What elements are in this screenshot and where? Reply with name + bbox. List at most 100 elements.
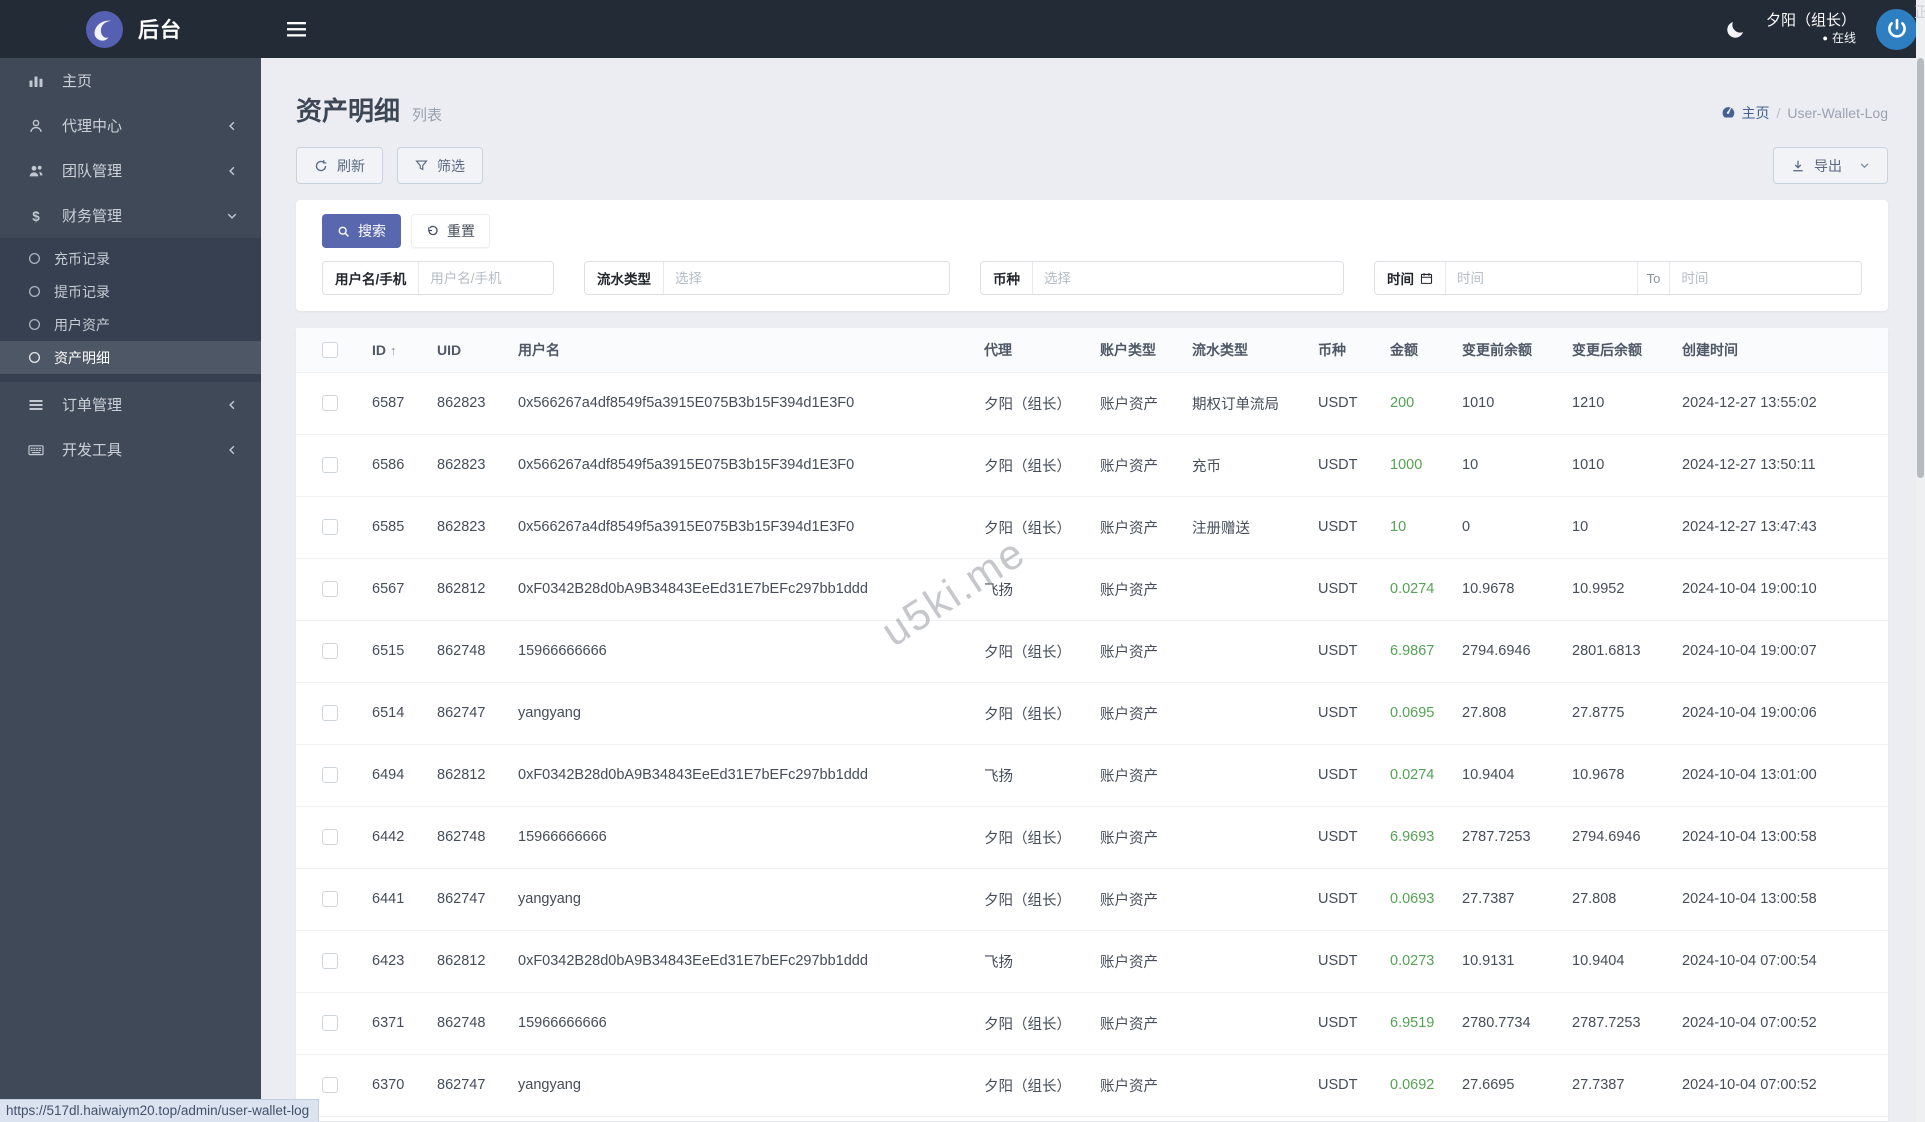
time-end-input[interactable] [1670, 262, 1861, 294]
cell-username: yangyang [518, 868, 984, 931]
user-menu[interactable]: 夕阳（组长） ● 在线 [1766, 11, 1856, 46]
sidebar-item-finance-management[interactable]: $ 财务管理 [0, 193, 261, 238]
svg-text:$: $ [32, 208, 40, 223]
username-input[interactable] [419, 262, 553, 294]
cell-after: 2787.7253 [1572, 992, 1682, 1055]
export-button[interactable]: 导出 [1773, 147, 1888, 184]
sidebar-item-label: 财务管理 [62, 208, 123, 225]
avatar[interactable] [1876, 8, 1917, 50]
row-checkbox[interactable] [322, 581, 338, 598]
cell-agent: 夕阳（组长） [984, 372, 1100, 435]
search-button[interactable]: 搜索 [322, 214, 401, 248]
cell-username: 0xF0342B28d0bA9B34843EeEd31E7bEFc297bb1d… [518, 930, 984, 993]
sidebar-item-home[interactable]: 主页 [0, 58, 261, 103]
sidebar-item-user-assets[interactable]: 用户资产 [0, 308, 261, 341]
cell-currency: USDT [1318, 744, 1390, 807]
select-all-checkbox[interactable] [322, 342, 338, 359]
time-start-input[interactable] [1446, 262, 1637, 294]
column-header-uid[interactable]: UID [437, 328, 518, 373]
row-checkbox[interactable] [322, 953, 338, 970]
currency-select[interactable] [1033, 262, 1343, 294]
cell-flow-type [1192, 744, 1318, 807]
sidebar-item-order-management[interactable]: 订单管理 [0, 382, 261, 427]
filter-button[interactable]: 筛选 [397, 147, 483, 184]
row-checkbox[interactable] [322, 1077, 338, 1094]
column-header-username[interactable]: 用户名 [518, 328, 984, 373]
row-checkbox[interactable] [322, 395, 338, 412]
column-header-flow-type[interactable]: 流水类型 [1192, 328, 1318, 373]
cell-username: 0x566267a4df8549f5a3915E075B3b15F394d1E3… [518, 434, 984, 497]
row-checkbox[interactable] [322, 891, 338, 908]
flow-type-select[interactable] [664, 262, 949, 294]
table-row: 6567 862812 0xF0342B28d0bA9B34843EeEd31E7b… [296, 558, 1888, 621]
column-header-currency[interactable]: 币种 [1318, 328, 1390, 373]
cell-before: 27.7387 [1462, 868, 1572, 931]
cell-before: 10.9678 [1462, 558, 1572, 621]
sidebar-item-withdraw-records[interactable]: 提币记录 [0, 275, 261, 308]
cell-after: 10.9952 [1572, 558, 1682, 621]
filter-actions: 搜索 重置 [322, 214, 1862, 248]
cell-uid: 862823 [437, 496, 518, 559]
cell-id: 6442 [372, 806, 437, 869]
menu-toggle-icon[interactable] [287, 21, 306, 37]
breadcrumb-home-link[interactable]: 主页 [1721, 103, 1769, 123]
refresh-button[interactable]: 刷新 [296, 147, 383, 184]
flow-type-field-group: 流水类型 [584, 261, 950, 295]
cell-flow-type [1192, 1054, 1318, 1117]
cell-id: 6585 [372, 496, 437, 559]
column-header-amount[interactable]: 金额 [1390, 328, 1462, 373]
sidebar-item-asset-details[interactable]: 资产明细 [0, 341, 261, 374]
cell-uid: 862823 [437, 434, 518, 497]
cell-created-at: 2024-10-04 07:00:52 [1682, 1054, 1888, 1117]
cell-uid: 862747 [437, 682, 518, 745]
cell-agent: 夕阳（组长） [984, 868, 1100, 931]
sidebar-nav: 主页 代理中心团队管理 $ 财务管理充币记录 提币记录 用户资产 资产明细订单管理开发工具 [0, 58, 261, 472]
column-header-account-type[interactable]: 账户类型 [1100, 328, 1192, 373]
reset-button[interactable]: 重置 [411, 214, 490, 248]
sidebar-item-team-management[interactable]: 团队管理 [0, 148, 261, 193]
cell-currency: USDT [1318, 868, 1390, 931]
cell-uid: 862812 [437, 558, 518, 621]
scrollbar-thumb[interactable] [1917, 58, 1924, 478]
sidebar-item-label: 团队管理 [62, 163, 123, 180]
column-header-agent[interactable]: 代理 [984, 328, 1100, 373]
cell-before: 2787.7253 [1462, 806, 1572, 869]
column-header-before-balance[interactable]: 变更前余额 [1462, 328, 1572, 373]
cell-agent: 夕阳（组长） [984, 806, 1100, 869]
row-checkbox[interactable] [322, 1015, 338, 1032]
column-header-id[interactable]: ID ↑ [372, 328, 437, 373]
table-body: 6587 862823 0x566267a4df8549f5a3915E075B3b… [296, 372, 1888, 1117]
row-checkbox[interactable] [322, 767, 338, 784]
currency-field-label: 币种 [981, 262, 1033, 294]
cell-created-at: 2024-10-04 07:00:54 [1682, 930, 1888, 993]
cell-currency: USDT [1318, 496, 1390, 559]
cell-id: 6423 [372, 930, 437, 993]
row-checkbox[interactable] [322, 705, 338, 722]
column-header-after-balance[interactable]: 变更后余额 [1572, 328, 1682, 373]
time-field-label-text: 时间 [1387, 272, 1414, 287]
cell-after: 2801.6813 [1572, 620, 1682, 683]
cell-id: 6371 [372, 992, 437, 1055]
sidebar-item-deposit-records[interactable]: 充币记录 [0, 242, 261, 275]
cell-flow-type [1192, 558, 1318, 621]
cell-uid: 862812 [437, 744, 518, 807]
filter-fields: 用户名/手机 流水类型 币种 时间 To [322, 261, 1862, 295]
cell-account-type: 账户资产 [1100, 682, 1192, 745]
sidebar-item-dev-tools[interactable]: 开发工具 [0, 427, 261, 472]
cell-account-type: 账户资产 [1100, 1054, 1192, 1117]
cell-id: 6515 [372, 620, 437, 683]
column-header-created-at[interactable]: 创建时间 [1682, 328, 1888, 373]
row-checkbox[interactable] [322, 519, 338, 536]
sidebar-item-agent-center[interactable]: 代理中心 [0, 103, 261, 148]
row-checkbox[interactable] [322, 457, 338, 474]
user-status-label: 在线 [1831, 30, 1856, 45]
cell-username: 0xF0342B28d0bA9B34843EeEd31E7bEFc297bb1d… [518, 558, 984, 621]
row-checkbox[interactable] [322, 829, 338, 846]
cell-flow-type: 充币 [1192, 434, 1318, 497]
cell-uid: 862747 [437, 868, 518, 931]
cell-amount: 10 [1390, 496, 1462, 559]
dark-mode-toggle-icon[interactable] [1725, 19, 1746, 40]
row-checkbox[interactable] [322, 643, 338, 660]
cell-amount: 200 [1390, 372, 1462, 435]
sidebar-item-label: 订单管理 [62, 397, 123, 414]
